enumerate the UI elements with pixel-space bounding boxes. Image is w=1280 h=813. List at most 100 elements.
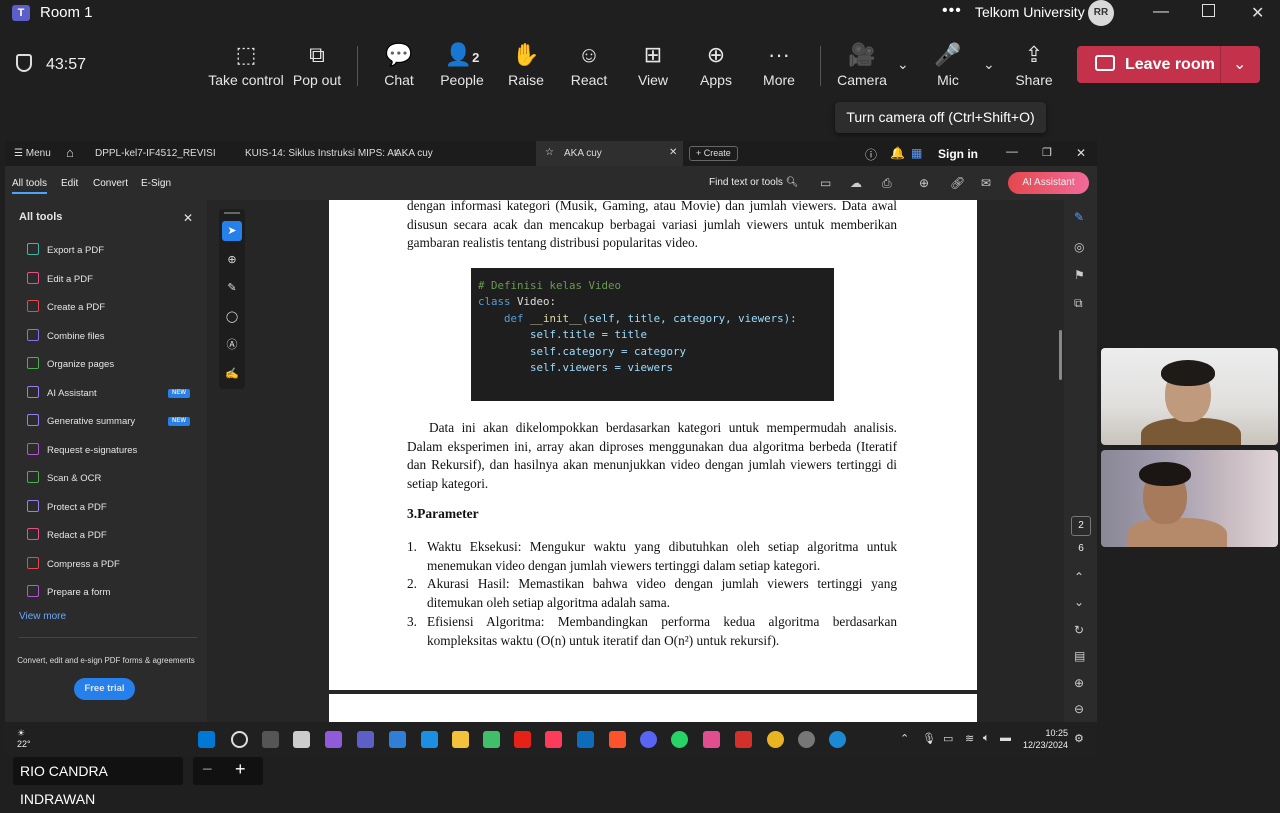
tray-display-icon[interactable]: ▭	[943, 732, 953, 745]
edge-icon[interactable]	[829, 731, 846, 748]
camera-options-chevron-icon[interactable]: ⌄	[897, 56, 909, 73]
pages-icon[interactable]: ⧉	[1074, 296, 1083, 311]
comment-icon[interactable]: ⊕	[222, 250, 242, 270]
zoom-in-icon[interactable]: ⊕	[1074, 676, 1084, 690]
upload-icon[interactable]: ☁	[850, 176, 862, 190]
text-box-icon[interactable]: Ⓐ	[222, 335, 242, 355]
select-cursor-icon[interactable]: ➤	[222, 221, 242, 241]
share-button[interactable]: ⇪ Share	[996, 40, 1072, 88]
scrollbar[interactable]	[1059, 330, 1062, 380]
more-options-icon[interactable]: •••	[942, 2, 962, 20]
find-tools-search[interactable]: Find text or tools 🔍︎	[709, 177, 798, 188]
lasso-icon[interactable]: ◯	[222, 307, 242, 327]
page-number-input[interactable]: 2	[1071, 516, 1091, 536]
tool-item[interactable]: Compress a PDF	[27, 556, 120, 573]
create-button[interactable]: + Create	[689, 146, 738, 161]
volume-icon[interactable]: 🔈︎	[983, 732, 990, 745]
music-icon[interactable]	[545, 731, 562, 748]
view-more-link[interactable]: View more	[19, 611, 66, 622]
bookmark-icon[interactable]: ⚑	[1074, 268, 1085, 282]
tool-item[interactable]: AI Assistant	[27, 385, 97, 402]
tab-close-icon[interactable]: ✕	[669, 147, 677, 158]
figma-icon[interactable]	[703, 731, 720, 748]
todo-icon[interactable]	[389, 731, 406, 748]
mic-options-chevron-icon[interactable]: ⌄	[983, 56, 995, 73]
more-button[interactable]: ··· More	[741, 40, 817, 88]
acrobat-taskbar-icon[interactable]	[735, 731, 752, 748]
tool-item[interactable]: Prepare a form	[27, 585, 110, 601]
tool-item[interactable]: Scan & OCR	[27, 471, 101, 487]
notification-icon[interactable]: ⚙	[1074, 732, 1084, 745]
whatsapp-icon[interactable]	[671, 731, 688, 748]
close-icon[interactable]: ✕	[1251, 3, 1264, 23]
acrobat-restore-icon[interactable]: ❐	[1042, 146, 1052, 159]
shared-screen[interactable]: ☰ Menu ⌂ DPPL-kel7-IF4512_REVISI KUIS-14…	[5, 141, 1097, 756]
menu-edit[interactable]: Edit	[61, 178, 78, 189]
avatar[interactable]: RR	[1088, 0, 1114, 26]
discord-icon[interactable]	[640, 731, 657, 748]
tool-item[interactable]: Redact a PDF	[27, 528, 107, 544]
refresh-icon[interactable]: ↻	[1074, 623, 1084, 637]
document-viewer[interactable]: ➤ ⊕ ✎ ◯ Ⓐ ✍ dengan informasi kategori (M…	[207, 198, 1064, 724]
help-icon[interactable]: ⓘ	[865, 146, 877, 163]
zoom-in-button[interactable]: +	[235, 759, 246, 780]
settings-gear-icon[interactable]	[798, 731, 815, 748]
copilot-icon[interactable]	[325, 731, 342, 748]
tool-item[interactable]: Generative summary	[27, 414, 135, 430]
tab-kuis[interactable]: KUIS-14: Siklus Instruksi MIPS: At...	[245, 148, 405, 159]
zoom-out-icon[interactable]: ⊖	[1074, 702, 1084, 716]
brave-icon[interactable]	[609, 731, 626, 748]
tool-item[interactable]: Combine files	[27, 328, 105, 345]
youtube-icon[interactable]	[514, 731, 531, 748]
tab-active[interactable]: ☆ AKA cuy ✕	[536, 141, 683, 166]
wifi-icon[interactable]: ≋	[965, 732, 974, 745]
tool-item[interactable]: Request e-signatures	[27, 442, 137, 459]
edit-pdf-icon[interactable]: ✎	[1074, 210, 1084, 224]
tool-item[interactable]: Export a PDF	[27, 243, 104, 259]
outlook-icon[interactable]	[577, 731, 594, 748]
save-icon[interactable]: ▭	[820, 176, 831, 190]
teams-taskbar-icon[interactable]	[357, 731, 374, 748]
print-icon[interactable]: ⎙	[882, 176, 892, 191]
acrobat-close-icon[interactable]: ✕	[1076, 146, 1086, 160]
ai-assistant-button[interactable]: AI Assistant	[1008, 172, 1089, 194]
menu-button[interactable]: ☰ Menu	[14, 148, 51, 159]
maximize-icon[interactable]	[1202, 4, 1215, 17]
menu-convert[interactable]: Convert	[93, 178, 128, 189]
page-up-icon[interactable]: ⌃	[1074, 570, 1084, 584]
leave-room-button[interactable]: Leave room ⌄	[1077, 46, 1260, 83]
take-control-button[interactable]: ⬚ Take control	[208, 40, 284, 88]
sign-in-button[interactable]: Sign in	[938, 147, 978, 161]
tool-item[interactable]: Create a PDF	[27, 300, 105, 316]
weather-widget[interactable]: ☀ 22°	[17, 728, 31, 749]
start-icon[interactable]	[198, 731, 215, 748]
pop-out-button[interactable]: ⧉ Pop out	[279, 40, 355, 88]
apps-grid-icon[interactable]: ▦	[911, 146, 922, 160]
minimize-icon[interactable]: —	[1153, 3, 1169, 21]
zoom-out-button[interactable]: −	[202, 759, 213, 780]
mail-icon[interactable]: ✉	[981, 176, 991, 190]
tab-aka[interactable]: AKA cuy	[395, 148, 433, 159]
participant-video-1[interactable]	[1101, 348, 1278, 445]
page-down-icon[interactable]: ⌄	[1074, 595, 1084, 609]
store-icon[interactable]	[483, 731, 500, 748]
free-trial-button[interactable]: Free trial	[74, 678, 135, 700]
file-explorer-icon[interactable]	[452, 731, 469, 748]
search-taskbar-icon[interactable]	[231, 731, 248, 748]
menu-esign[interactable]: E-Sign	[141, 178, 171, 189]
tool-item[interactable]: Edit a PDF	[27, 271, 93, 288]
tab-dppl[interactable]: DPPL-kel7-IF4512_REVISI	[95, 148, 216, 159]
zoom-search-icon[interactable]: ⊕	[919, 176, 929, 190]
tray-chevron-icon[interactable]: ⌃	[900, 732, 909, 745]
panel-close-icon[interactable]: ✕	[183, 211, 193, 225]
pen-icon[interactable]: ✎	[222, 278, 242, 298]
leave-options-chevron-icon[interactable]: ⌄	[1233, 54, 1246, 74]
chrome-icon[interactable]	[767, 731, 784, 748]
document-icon[interactable]: ▤	[1074, 649, 1085, 663]
acrobat-minimize-icon[interactable]: —	[1006, 144, 1018, 158]
tray-mic-icon[interactable]: 🎙︎	[922, 732, 936, 745]
sign-icon[interactable]: ✍	[222, 364, 242, 384]
tool-item[interactable]: Organize pages	[27, 357, 114, 373]
task-view-icon[interactable]	[262, 731, 279, 748]
mic-button[interactable]: 🎤 Mic	[910, 40, 986, 88]
